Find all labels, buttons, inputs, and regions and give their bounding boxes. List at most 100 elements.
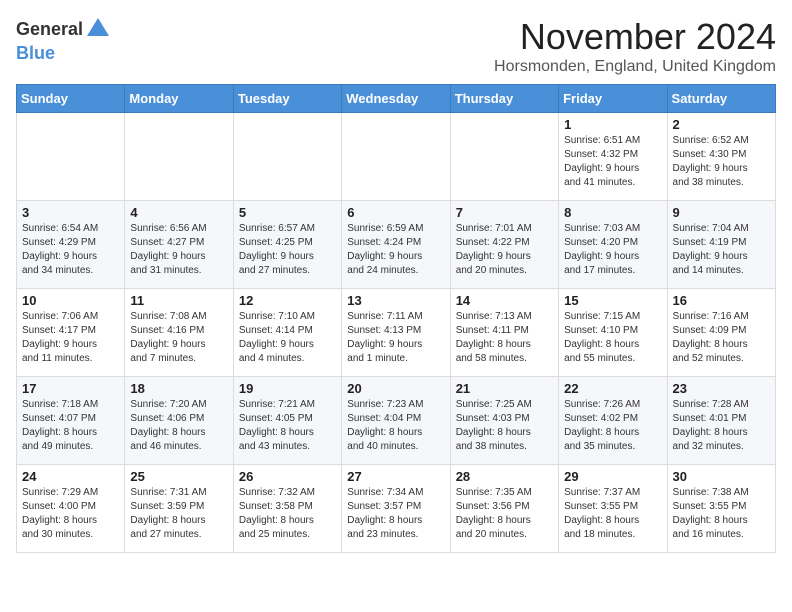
day-number: 9	[673, 205, 770, 220]
calendar-cell: 2 Sunrise: 6:52 AM Sunset: 4:30 PM Daylig…	[667, 113, 775, 201]
day-number: 17	[22, 381, 119, 396]
day-number: 13	[347, 293, 444, 308]
header-sunday: Sunday	[17, 85, 125, 113]
day-info: Sunrise: 7:34 AM Sunset: 3:57 PM Dayligh…	[347, 486, 444, 542]
day-info: Sunrise: 7:16 AM Sunset: 4:09 PM Dayligh…	[673, 310, 770, 366]
day-number: 20	[347, 381, 444, 396]
day-number: 14	[456, 293, 553, 308]
calendar-cell	[17, 113, 125, 201]
day-number: 2	[673, 117, 770, 132]
day-number: 7	[456, 205, 553, 220]
title-area: November 2024 Horsmonden, England, Unite…	[494, 16, 776, 76]
day-number: 18	[130, 381, 227, 396]
calendar-cell: 22 Sunrise: 7:26 AM Sunset: 4:02 PM Dayli…	[559, 377, 667, 465]
calendar-week-0: 1 Sunrise: 6:51 AM Sunset: 4:32 PM Daylig…	[17, 113, 776, 201]
calendar-cell: 16 Sunrise: 7:16 AM Sunset: 4:09 PM Dayli…	[667, 289, 775, 377]
calendar-week-1: 3 Sunrise: 6:54 AM Sunset: 4:29 PM Daylig…	[17, 201, 776, 289]
calendar-cell: 18 Sunrise: 7:20 AM Sunset: 4:06 PM Dayli…	[125, 377, 233, 465]
day-info: Sunrise: 7:15 AM Sunset: 4:10 PM Dayligh…	[564, 310, 661, 366]
day-info: Sunrise: 7:31 AM Sunset: 3:59 PM Dayligh…	[130, 486, 227, 542]
day-number: 3	[22, 205, 119, 220]
day-number: 29	[564, 469, 661, 484]
day-info: Sunrise: 7:08 AM Sunset: 4:16 PM Dayligh…	[130, 310, 227, 366]
day-number: 28	[456, 469, 553, 484]
calendar-cell: 7Sunrise: 7:01 AM Sunset: 4:22 PM Daylig…	[450, 201, 558, 289]
calendar-cell: 13 Sunrise: 7:11 AM Sunset: 4:13 PM Dayli…	[342, 289, 450, 377]
month-title: November 2024	[494, 16, 776, 58]
day-info: Sunrise: 7:29 AM Sunset: 4:00 PM Dayligh…	[22, 486, 119, 542]
calendar-cell: 6 Sunrise: 6:59 AM Sunset: 4:24 PM Daylig…	[342, 201, 450, 289]
day-number: 6	[347, 205, 444, 220]
calendar-cell: 9 Sunrise: 7:04 AM Sunset: 4:19 PM Daylig…	[667, 201, 775, 289]
day-info: Sunrise: 7:18 AM Sunset: 4:07 PM Dayligh…	[22, 398, 119, 454]
logo-icon	[87, 16, 109, 38]
calendar-cell: 8Sunrise: 7:03 AM Sunset: 4:20 PM Daylig…	[559, 201, 667, 289]
day-number: 24	[22, 469, 119, 484]
calendar-cell: 29Sunrise: 7:37 AM Sunset: 3:55 PM Dayli…	[559, 465, 667, 553]
calendar-cell: 14 Sunrise: 7:13 AM Sunset: 4:11 PM Dayli…	[450, 289, 558, 377]
calendar-cell: 24 Sunrise: 7:29 AM Sunset: 4:00 PM Dayli…	[17, 465, 125, 553]
day-info: Sunrise: 6:51 AM Sunset: 4:32 PM Dayligh…	[564, 134, 661, 190]
calendar-cell: 27 Sunrise: 7:34 AM Sunset: 3:57 PM Dayli…	[342, 465, 450, 553]
day-number: 23	[673, 381, 770, 396]
header-row: Sunday Monday Tuesday Wednesday Thursday…	[17, 85, 776, 113]
day-info: Sunrise: 6:52 AM Sunset: 4:30 PM Dayligh…	[673, 134, 770, 190]
day-info: Sunrise: 7:25 AM Sunset: 4:03 PM Dayligh…	[456, 398, 553, 454]
day-info: Sunrise: 7:13 AM Sunset: 4:11 PM Dayligh…	[456, 310, 553, 366]
calendar-header: Sunday Monday Tuesday Wednesday Thursday…	[17, 85, 776, 113]
calendar-cell: 15 Sunrise: 7:15 AM Sunset: 4:10 PM Dayli…	[559, 289, 667, 377]
location-subtitle: Horsmonden, England, United Kingdom	[494, 58, 776, 76]
day-info: Sunrise: 7:38 AM Sunset: 3:55 PM Dayligh…	[673, 486, 770, 542]
calendar-cell: 11 Sunrise: 7:08 AM Sunset: 4:16 PM Dayli…	[125, 289, 233, 377]
day-number: 27	[347, 469, 444, 484]
calendar-cell: 4Sunrise: 6:56 AM Sunset: 4:27 PM Daylig…	[125, 201, 233, 289]
day-info: Sunrise: 7:06 AM Sunset: 4:17 PM Dayligh…	[22, 310, 119, 366]
logo-general: General	[16, 19, 83, 40]
calendar-cell	[233, 113, 341, 201]
calendar-cell: 10 Sunrise: 7:06 AM Sunset: 4:17 PM Dayli…	[17, 289, 125, 377]
calendar-cell: 1 Sunrise: 6:51 AM Sunset: 4:32 PM Daylig…	[559, 113, 667, 201]
header-friday: Friday	[559, 85, 667, 113]
calendar-cell	[125, 113, 233, 201]
calendar-cell: 5Sunrise: 6:57 AM Sunset: 4:25 PM Daylig…	[233, 201, 341, 289]
day-number: 11	[130, 293, 227, 308]
day-number: 19	[239, 381, 336, 396]
calendar-week-2: 10 Sunrise: 7:06 AM Sunset: 4:17 PM Dayli…	[17, 289, 776, 377]
logo: General Blue	[16, 16, 109, 64]
day-number: 4	[130, 205, 227, 220]
calendar-table: Sunday Monday Tuesday Wednesday Thursday…	[16, 84, 776, 553]
day-info: Sunrise: 7:11 AM Sunset: 4:13 PM Dayligh…	[347, 310, 444, 366]
day-info: Sunrise: 7:10 AM Sunset: 4:14 PM Dayligh…	[239, 310, 336, 366]
calendar-cell: 30 Sunrise: 7:38 AM Sunset: 3:55 PM Dayli…	[667, 465, 775, 553]
calendar-cell: 23 Sunrise: 7:28 AM Sunset: 4:01 PM Dayli…	[667, 377, 775, 465]
day-number: 12	[239, 293, 336, 308]
calendar-cell: 25Sunrise: 7:31 AM Sunset: 3:59 PM Dayli…	[125, 465, 233, 553]
calendar-cell	[450, 113, 558, 201]
header-monday: Monday	[125, 85, 233, 113]
day-number: 1	[564, 117, 661, 132]
calendar-cell: 3 Sunrise: 6:54 AM Sunset: 4:29 PM Daylig…	[17, 201, 125, 289]
day-info: Sunrise: 7:28 AM Sunset: 4:01 PM Dayligh…	[673, 398, 770, 454]
day-number: 22	[564, 381, 661, 396]
calendar-cell: 21Sunrise: 7:25 AM Sunset: 4:03 PM Dayli…	[450, 377, 558, 465]
day-info: Sunrise: 6:59 AM Sunset: 4:24 PM Dayligh…	[347, 222, 444, 278]
day-info: Sunrise: 7:26 AM Sunset: 4:02 PM Dayligh…	[564, 398, 661, 454]
day-info: Sunrise: 7:04 AM Sunset: 4:19 PM Dayligh…	[673, 222, 770, 278]
header-saturday: Saturday	[667, 85, 775, 113]
day-number: 15	[564, 293, 661, 308]
day-number: 30	[673, 469, 770, 484]
header-tuesday: Tuesday	[233, 85, 341, 113]
day-info: Sunrise: 7:20 AM Sunset: 4:06 PM Dayligh…	[130, 398, 227, 454]
day-info: Sunrise: 7:23 AM Sunset: 4:04 PM Dayligh…	[347, 398, 444, 454]
day-info: Sunrise: 7:21 AM Sunset: 4:05 PM Dayligh…	[239, 398, 336, 454]
calendar-cell: 19 Sunrise: 7:21 AM Sunset: 4:05 PM Dayli…	[233, 377, 341, 465]
header: General Blue November 2024 Horsmonden, E…	[16, 16, 776, 76]
day-number: 10	[22, 293, 119, 308]
day-number: 16	[673, 293, 770, 308]
calendar-cell: 17 Sunrise: 7:18 AM Sunset: 4:07 PM Dayli…	[17, 377, 125, 465]
calendar-body: 1 Sunrise: 6:51 AM Sunset: 4:32 PM Daylig…	[17, 113, 776, 553]
day-info: Sunrise: 6:54 AM Sunset: 4:29 PM Dayligh…	[22, 222, 119, 278]
logo-blue: Blue	[16, 43, 55, 63]
day-number: 26	[239, 469, 336, 484]
calendar-week-4: 24 Sunrise: 7:29 AM Sunset: 4:00 PM Dayli…	[17, 465, 776, 553]
